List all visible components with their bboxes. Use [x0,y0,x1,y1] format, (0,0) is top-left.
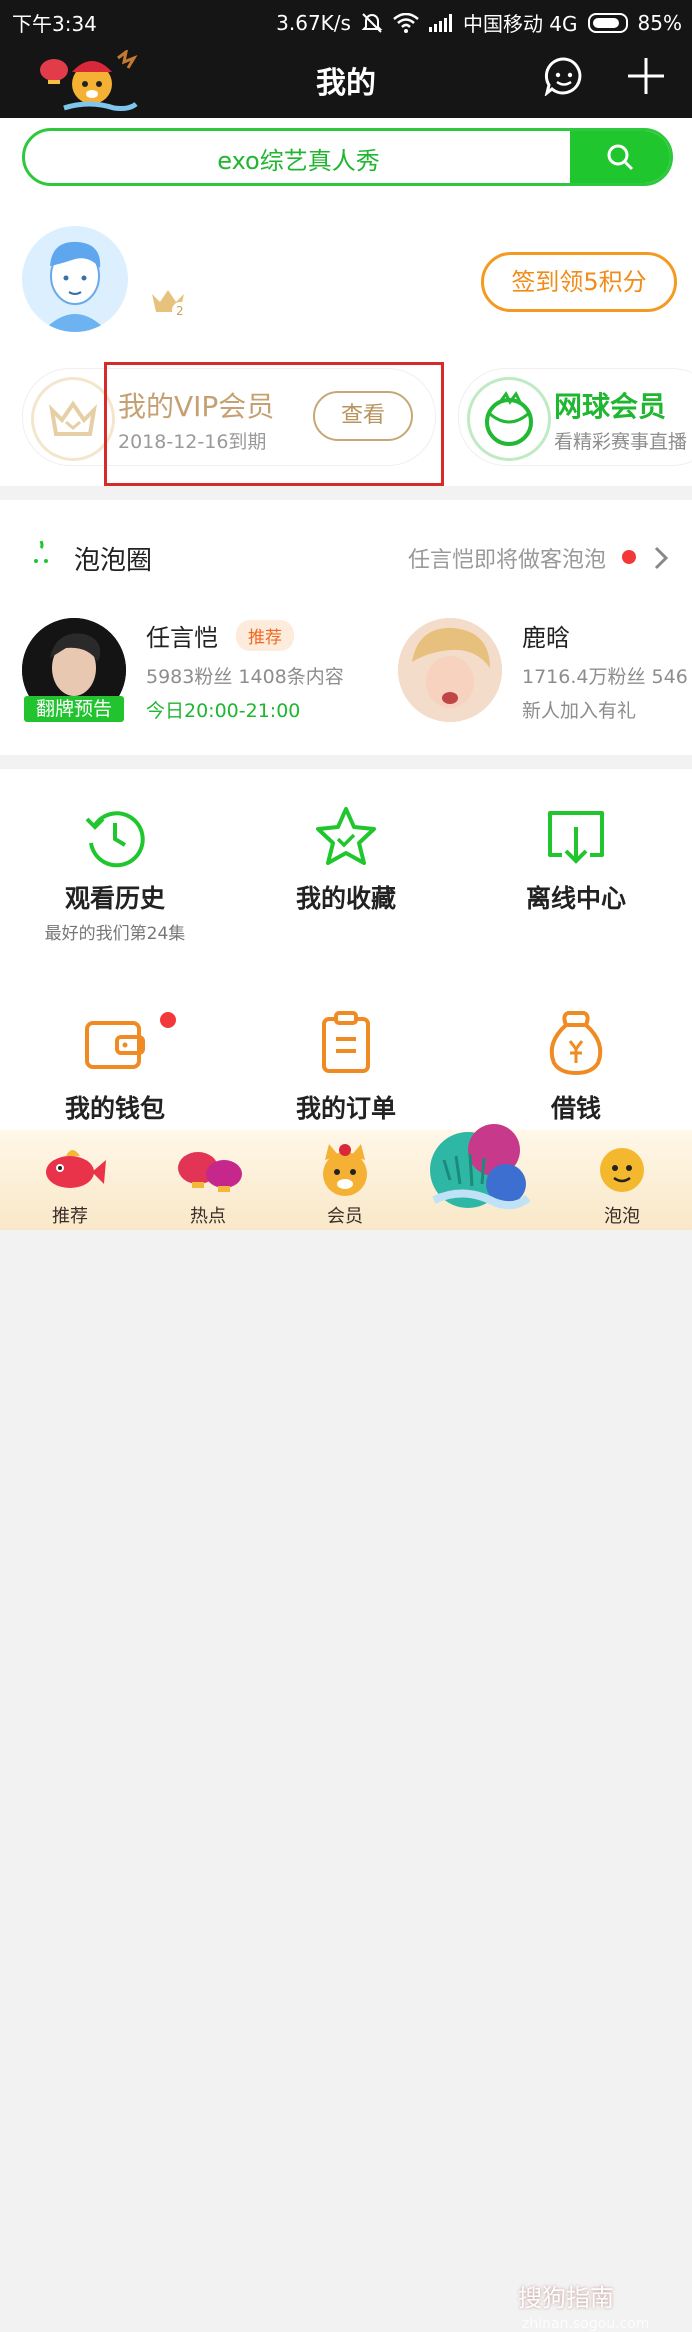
wifi-icon [393,12,419,33]
star-name[interactable]: 鹿晗 [522,618,570,653]
lantern-icon [178,1152,242,1192]
history-icon [85,811,145,868]
chat-icon[interactable] [544,56,584,96]
flip-preview-badge: 翻牌预告 [24,696,124,722]
star-promo: 新人加入有礼 [522,700,637,722]
tennis-desc: 看精彩赛事直播 [554,431,688,453]
checkin-button[interactable]: 签到领5积分 [481,252,677,312]
network-speed: 3.67K/s [276,10,351,35]
plus-icon[interactable] [626,56,666,96]
star-avatar[interactable] [398,618,502,722]
fish-icon [46,1150,106,1188]
page-title: 我的 [316,66,376,101]
tab-vip[interactable]: 会员 [295,1130,395,1230]
tab-recommend[interactable]: 推荐 [20,1130,120,1230]
grid-item-orders[interactable]: 我的订单 [231,979,461,1129]
vip-level-icon: 2 [152,290,188,318]
bubble-title: 泡泡圈 [74,546,153,576]
status-time: 下午3:34 [12,12,97,36]
tab-label: 热点 [190,1206,226,1227]
grid-label: 我的收藏 [295,884,396,913]
mute-icon [361,12,383,33]
battery-icon [587,12,628,33]
star-name[interactable]: 任言恺 [146,618,218,653]
search-icon [607,144,634,171]
search-section: exo综艺真人秀 [0,118,692,190]
tab-bubble[interactable]: 泡泡 [572,1130,672,1230]
chevron-right-icon[interactable] [652,546,670,570]
tab-label: 泡泡 [604,1206,640,1227]
signal-icon [428,13,452,32]
grid-item-wallet[interactable]: 我的钱包 [0,979,230,1129]
carrier: 中国移动 4G [462,12,578,36]
highlight-box [104,362,444,486]
grid-item-favorites[interactable]: 我的收藏 [231,769,461,969]
watermark-url: zhinan.sogou.com [522,2316,650,2332]
tennis-card[interactable]: 网球会员 看精彩赛事直播 [458,368,692,466]
bottom-tab-bar: 推荐 热点 会员 泡泡 搜狗指南 zhinan.sogou.com [0,1124,692,2332]
tab-hot[interactable]: 热点 [158,1130,258,1230]
battery-level: 85% [637,10,682,35]
star-meta: 1716.4万粉丝 546 [522,666,688,688]
tennis-icon [467,377,551,461]
bubble-mascot-icon [600,1148,644,1192]
bubble-section: 泡泡圈 任言恺即将做客泡泡 翻牌预告 任言恺 推荐 5983粉丝 1408条内容… [0,500,692,755]
order-icon [322,1011,370,1073]
grid-item-offline[interactable]: 离线中心 [461,769,691,969]
tab-label: 推荐 [52,1206,88,1227]
search-button[interactable] [570,131,670,183]
grid-label: 离线中心 [525,884,626,913]
grid-label: 我的钱包 [64,1094,165,1123]
watermark-text: 搜狗指南 [518,2284,614,2312]
wallet-notification-dot [160,1012,176,1028]
wallet-icon [85,1021,145,1069]
tab-label: 会员 [327,1206,363,1227]
download-icon [548,811,604,864]
bubble-link[interactable]: 任言恺即将做客泡泡 [408,542,606,574]
bubble-icon [34,540,48,563]
grid-item-loan[interactable]: 借钱 [461,979,691,1129]
star-icon [316,807,376,865]
grid-item-history[interactable]: 观看历史 最好的我们第24集 [0,769,230,969]
search-input[interactable]: exo综艺真人秀 [25,141,572,176]
festival-ball-icon [430,1124,531,1210]
recommend-tag: 推荐 [236,620,294,651]
grid-sub: 最好的我们第24集 [44,924,186,944]
notification-dot [622,550,636,564]
search-bar[interactable]: exo综艺真人秀 [22,128,673,186]
tab-center-deco[interactable] [424,1110,534,1230]
vip-crown-icon [31,377,115,461]
status-right: 3.67K/s 中国移动 4G 85% [276,8,682,37]
tennis-title: 网球会员 [554,390,667,423]
star-meta: 5983粉丝 1408条内容 [146,666,344,688]
star-schedule: 今日20:00-21:00 [146,700,301,722]
svg-text:2: 2 [176,304,184,318]
money-bag-icon [549,1011,603,1076]
grid-label: 观看历史 [64,884,165,913]
user-avatar-icon [42,241,108,332]
top-bar: 我的 [0,40,692,118]
dog-icon [323,1144,367,1196]
status-bar: 下午3:34 3.67K/s 中国移动 4G 85% [0,0,692,40]
avatar[interactable] [22,226,128,332]
